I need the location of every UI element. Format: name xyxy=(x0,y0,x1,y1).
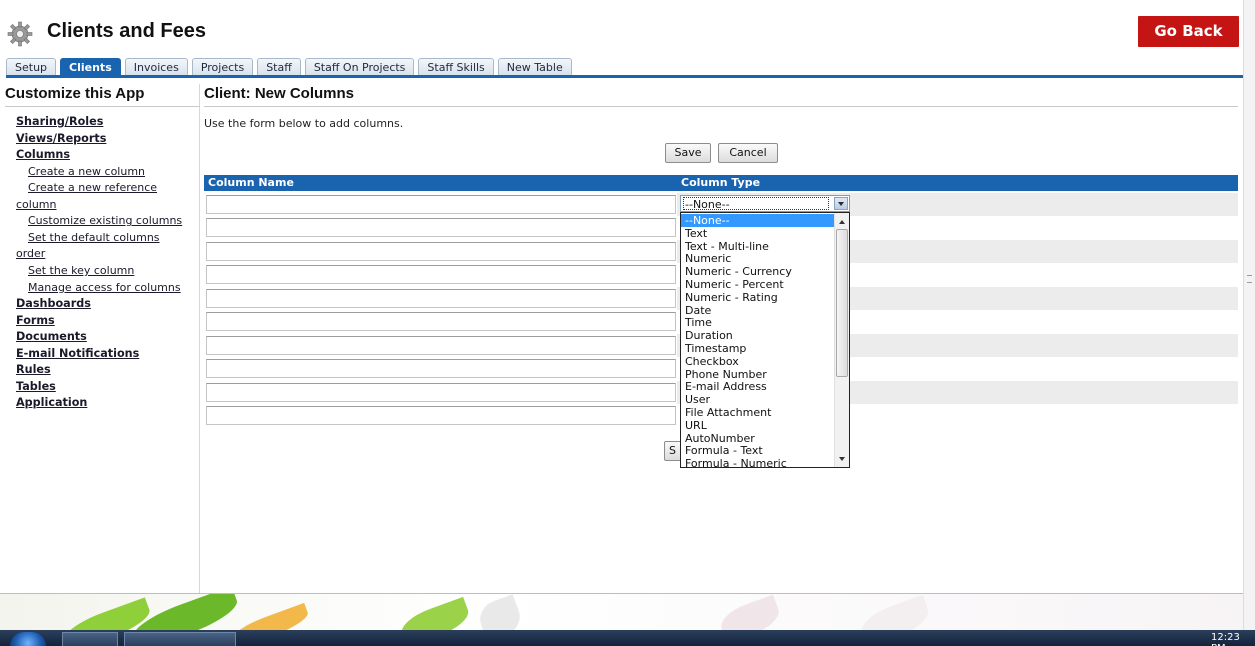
chevron-down-icon[interactable] xyxy=(834,197,848,210)
tab-invoices[interactable]: Invoices xyxy=(124,58,188,76)
sidebar: Customize this App Sharing/Roles Views/R… xyxy=(5,84,200,594)
column-name-input[interactable] xyxy=(206,265,676,284)
tab-clients[interactable]: Clients xyxy=(60,58,121,76)
sidebar-subitem-default-order[interactable]: Set the default columns xyxy=(28,230,199,247)
columns-table-header: Column Name Column Type xyxy=(204,175,1238,191)
sidebar-item-sharing-roles[interactable]: Sharing/Roles xyxy=(16,114,199,131)
option-numeric-rating[interactable]: Numeric - Rating xyxy=(681,291,834,304)
sidebar-subitem-manage-access[interactable]: Manage access for columns xyxy=(28,280,199,297)
page-title: Client: New Columns xyxy=(204,85,355,102)
column-type-header: Column Type xyxy=(681,176,761,189)
column-name-input[interactable] xyxy=(206,195,676,214)
sidebar-menu: Sharing/Roles Views/Reports Columns Crea… xyxy=(16,114,199,412)
column-name-header: Column Name xyxy=(208,176,294,189)
dropdown-scrollbar[interactable] xyxy=(834,213,849,467)
tab-staff-skills[interactable]: Staff Skills xyxy=(418,58,494,76)
scroll-down-icon[interactable] xyxy=(839,457,845,461)
sidebar-item-views-reports[interactable]: Views/Reports xyxy=(16,131,199,148)
leaf-graphic xyxy=(716,594,784,630)
option-phone-number[interactable]: Phone Number xyxy=(681,368,834,381)
scrollbar-grip[interactable] xyxy=(1247,275,1252,283)
sidebar-item-application[interactable]: Application xyxy=(16,395,199,412)
sidebar-title: Customize this App xyxy=(5,85,145,102)
tab-underline xyxy=(6,75,1243,78)
option-email-address[interactable]: E-mail Address xyxy=(681,380,834,393)
leaf-graphic xyxy=(397,596,473,630)
tab-new-table[interactable]: New Table xyxy=(497,58,572,76)
option-numeric-currency[interactable]: Numeric - Currency xyxy=(681,265,834,278)
option-checkbox[interactable]: Checkbox xyxy=(681,355,834,368)
column-type-select[interactable]: --None-- xyxy=(680,195,850,212)
sidebar-item-dashboards[interactable]: Dashboards xyxy=(16,296,199,313)
sidebar-item-rules[interactable]: Rules xyxy=(16,362,199,379)
sidebar-subitem-default-order-cont[interactable]: order xyxy=(16,246,199,263)
save-button[interactable]: Save xyxy=(665,143,711,163)
main-content: Client: New Columns Use the form below t… xyxy=(204,84,1243,130)
column-name-input[interactable] xyxy=(206,406,676,425)
app-title: Clients and Fees xyxy=(47,20,206,42)
option-time[interactable]: Time xyxy=(681,316,834,329)
gear-icon xyxy=(7,21,33,47)
sidebar-item-documents[interactable]: Documents xyxy=(16,329,199,346)
tab-projects[interactable]: Projects xyxy=(191,58,254,76)
scroll-up-icon[interactable] xyxy=(839,220,845,224)
column-name-input[interactable] xyxy=(206,359,676,378)
sidebar-item-tables[interactable]: Tables xyxy=(16,379,199,396)
go-back-button[interactable]: Go Back xyxy=(1138,16,1239,47)
option-numeric-percent[interactable]: Numeric - Percent xyxy=(681,278,834,291)
leaf-graphic xyxy=(856,594,934,630)
option-formula-text[interactable]: Formula - Text xyxy=(681,444,834,457)
divider xyxy=(204,106,1238,107)
sidebar-subitem-create-column[interactable]: Create a new column xyxy=(28,164,199,181)
option-url[interactable]: URL xyxy=(681,419,834,432)
divider xyxy=(5,106,200,107)
tab-staff[interactable]: Staff xyxy=(257,58,301,76)
sidebar-item-columns[interactable]: Columns xyxy=(16,147,199,164)
option-text-multiline[interactable]: Text - Multi-line xyxy=(681,240,834,253)
app-header: Clients and Fees Go Back xyxy=(0,0,1243,55)
column-name-input[interactable] xyxy=(206,312,676,331)
scrollbar-thumb[interactable] xyxy=(836,229,848,377)
sidebar-item-forms[interactable]: Forms xyxy=(16,313,199,330)
taskbar-item[interactable] xyxy=(62,632,118,646)
instructions-text: Use the form below to add columns. xyxy=(204,117,404,130)
column-type-dropdown[interactable]: --None-- Text Text - Multi-line Numeric … xyxy=(680,212,850,468)
option-formula-numeric[interactable]: Formula - Numeric xyxy=(681,457,834,467)
option-none[interactable]: --None-- xyxy=(681,214,834,227)
app-window: Clients and Fees Go Back Setup Clients I… xyxy=(0,0,1255,646)
option-numeric[interactable]: Numeric xyxy=(681,252,834,265)
tab-staff-on-projects[interactable]: Staff On Projects xyxy=(304,58,415,76)
select-value: --None-- xyxy=(683,197,829,211)
sidebar-item-email-notifications[interactable]: E-mail Notifications xyxy=(16,346,199,363)
column-name-input[interactable] xyxy=(206,289,676,308)
option-duration[interactable]: Duration xyxy=(681,329,834,342)
option-autonumber[interactable]: AutoNumber xyxy=(681,432,834,445)
option-timestamp[interactable]: Timestamp xyxy=(681,342,834,355)
desktop-wallpaper xyxy=(0,594,1243,630)
taskbar-item[interactable] xyxy=(124,632,236,646)
sidebar-subitem-key-column[interactable]: Set the key column xyxy=(28,263,199,280)
column-name-input[interactable] xyxy=(206,383,676,402)
sidebar-subitem-create-reference-cont[interactable]: column xyxy=(16,197,199,214)
taskbar-clock: 12:23 PM xyxy=(1211,632,1240,646)
option-file-attachment[interactable]: File Attachment xyxy=(681,406,834,419)
column-name-input[interactable] xyxy=(206,336,676,355)
leaf-graphic xyxy=(228,602,312,630)
sidebar-subitem-customize-existing[interactable]: Customize existing columns xyxy=(28,213,199,230)
start-button[interactable] xyxy=(10,632,46,646)
sidebar-subitem-create-reference[interactable]: Create a new reference xyxy=(28,180,199,197)
leaf-graphic xyxy=(475,594,525,630)
column-name-input[interactable] xyxy=(206,242,676,261)
cancel-button[interactable]: Cancel xyxy=(718,143,778,163)
tab-setup[interactable]: Setup xyxy=(6,58,57,76)
option-date[interactable]: Date xyxy=(681,304,834,317)
page-scrollbar[interactable] xyxy=(1243,0,1255,630)
column-name-input[interactable] xyxy=(206,218,676,237)
option-text[interactable]: Text xyxy=(681,227,834,240)
option-user[interactable]: User xyxy=(681,393,834,406)
